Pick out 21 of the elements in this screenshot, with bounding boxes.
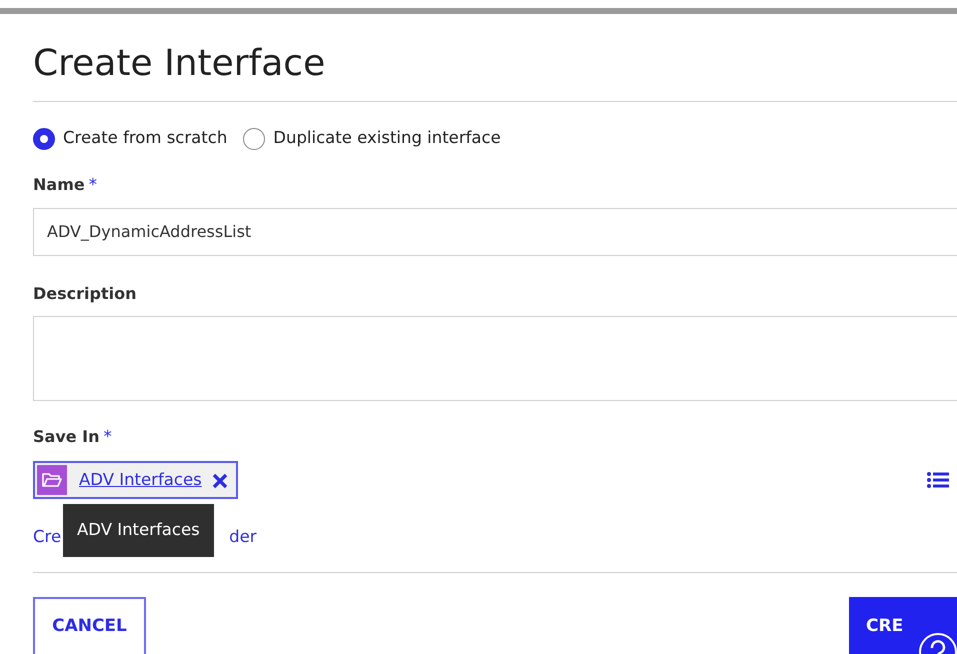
description-field[interactable]	[33, 316, 957, 401]
name-field[interactable]: ADV_DynamicAddressList	[33, 208, 957, 256]
dialog-title: Create Interface	[33, 42, 326, 86]
radio-label[interactable]: Duplicate existing interface	[273, 126, 501, 151]
required-mark: *	[104, 426, 112, 448]
field-label: Description	[33, 282, 136, 305]
tooltip: ADV Interfaces	[63, 504, 214, 557]
list-icon[interactable]	[927, 472, 949, 488]
cancel-button[interactable]: CANCEL	[33, 597, 146, 654]
create-button[interactable]: CRE	[849, 597, 957, 654]
radio-button[interactable]	[243, 128, 266, 150]
required-mark: *	[88, 174, 97, 196]
field-label: Name	[33, 174, 85, 196]
radio-label[interactable]: Create from scratch	[63, 126, 228, 151]
create-folder-link[interactable]: der	[229, 525, 257, 550]
folder-icon	[37, 465, 67, 496]
create-folder-link[interactable]: Cre	[33, 525, 62, 550]
radio-button[interactable]	[33, 128, 55, 150]
close-icon[interactable]	[212, 472, 228, 489]
folder-link[interactable]: ADV Interfaces	[79, 468, 202, 493]
field-label: Save In	[33, 426, 100, 448]
